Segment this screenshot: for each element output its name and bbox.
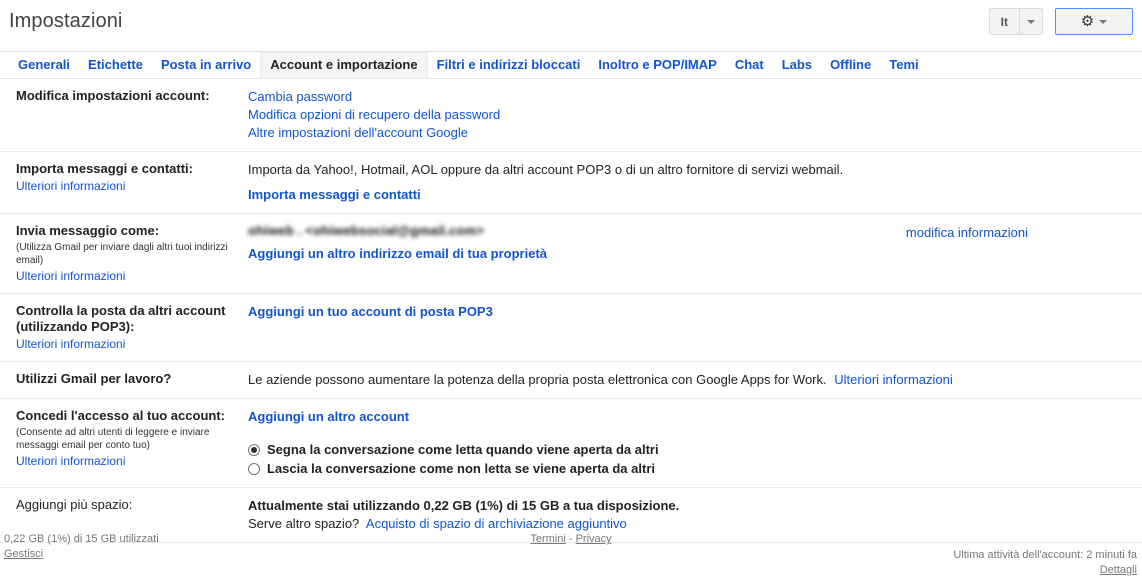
page-footer: 0,22 GB (1%) di 15 GB utilizzati Gestisc… [0, 526, 1142, 578]
row-label-cell: Invia messaggio come: (Utilizza Gmail pe… [0, 223, 248, 284]
link-ulteriori-informazioni[interactable]: Ulteriori informazioni [834, 372, 952, 387]
section-label: Utilizzi Gmail per lavoro? [16, 371, 172, 386]
language-label: It [1000, 14, 1008, 29]
link-ulteriori-informazioni[interactable]: Ulteriori informazioni [16, 178, 248, 194]
section-note: (Utilizza Gmail per inviare dagli altri … [16, 242, 228, 266]
section-label: Aggiungi più spazio: [16, 497, 133, 512]
link-modifica-opzioni-recupero-password[interactable]: Modifica opzioni di recupero della passw… [248, 106, 1128, 124]
row-label-cell: Importa messaggi e contatti: Ulteriori i… [0, 161, 248, 194]
row-label-cell: Controlla la posta da altri account (uti… [0, 303, 248, 352]
chevron-down-icon [1027, 19, 1035, 24]
radio-label: Segna la conversazione come letta quando… [267, 442, 659, 457]
row-importa-messaggi-contatti: Importa messaggi e contatti: Ulteriori i… [0, 152, 1142, 214]
radio-button-icon[interactable] [248, 462, 260, 475]
gear-icon: ⚙ [1080, 13, 1095, 30]
row-value-cell: Importa da Yahoo!, Hotmail, AOL oppure d… [248, 161, 1142, 204]
section-label: Controlla la posta da altri account (uti… [16, 303, 226, 334]
footer-activity-block: Ultima attività dell'account: 2 minuti f… [953, 548, 1137, 578]
row-value-cell: Aggiungi un tuo account di posta POP3 [248, 303, 1142, 321]
link-ulteriori-informazioni[interactable]: Ulteriori informazioni [16, 268, 248, 284]
language-selector[interactable]: It [988, 8, 1043, 35]
page-title: Impostazioni [9, 10, 123, 32]
radio-option-lascia-non-letta[interactable]: Lascia la conversazione come non letta s… [248, 459, 1128, 478]
import-description: Importa da Yahoo!, Hotmail, AOL oppure d… [248, 162, 844, 177]
link-cambia-password[interactable]: Cambia password [248, 88, 1128, 106]
footer-legal-links: Termini - Privacy [0, 532, 1142, 547]
row-controlla-posta-pop3: Controlla la posta da altri account (uti… [0, 294, 1142, 362]
link-aggiungi-altro-account[interactable]: Aggiungi un altro account [248, 409, 409, 424]
link-termini[interactable]: Termini [530, 533, 565, 545]
work-description: Le aziende possono aumentare la potenza … [248, 372, 827, 387]
chevron-down-icon [1099, 19, 1108, 24]
link-ulteriori-informazioni[interactable]: Ulteriori informazioni [16, 453, 248, 469]
row-label-cell: Aggiungi più spazio: [0, 497, 248, 513]
footer-separator: - [568, 533, 573, 545]
link-modifica-informazioni[interactable]: modifica informazioni [906, 224, 1028, 242]
row-concedi-accesso-account: Concedi l'accesso al tuo account: (Conse… [0, 399, 1142, 488]
settings-list: Modifica impostazioni account: Cambia pa… [0, 79, 1142, 543]
link-altre-impostazioni-account-google[interactable]: Altre impostazioni dell'account Google [248, 124, 1128, 142]
link-aggiungi-altro-indirizzo-email[interactable]: Aggiungi un altro indirizzo email di tua… [248, 246, 547, 261]
radio-option-segna-come-letta[interactable]: Segna la conversazione come letta quando… [248, 440, 1128, 459]
tab-labs[interactable]: Labs [773, 57, 821, 78]
section-label: Invia messaggio come: [16, 223, 160, 238]
header-controls: It ⚙ [988, 8, 1133, 35]
section-note: (Consente ad altri utenti di leggere e i… [16, 427, 210, 451]
section-label: Modifica impostazioni account: [16, 88, 210, 103]
row-gmail-per-lavoro: Utilizzi Gmail per lavoro? Le aziende po… [0, 362, 1142, 399]
row-value-cell: Aggiungi un altro account Segna la conve… [248, 408, 1142, 478]
row-modifica-impostazioni-account: Modifica impostazioni account: Cambia pa… [0, 79, 1142, 152]
radio-button-icon[interactable] [248, 443, 260, 456]
radio-label: Lascia la conversazione come non letta s… [267, 461, 655, 476]
row-label-cell: Utilizzi Gmail per lavoro? [0, 371, 248, 387]
row-value-cell: ohiweb . <ohiwebsocial@gmail.com> modifi… [248, 223, 1142, 263]
settings-tabbar: Generali Etichette Posta in arrivo Accou… [0, 52, 1142, 79]
tab-posta-in-arrivo[interactable]: Posta in arrivo [152, 57, 260, 78]
section-label: Concedi l'accesso al tuo account: [16, 408, 225, 423]
tab-temi[interactable]: Temi [880, 57, 927, 78]
row-value-cell: Le aziende possono aumentare la potenza … [248, 371, 1142, 389]
link-privacy[interactable]: Privacy [576, 533, 612, 545]
link-ulteriori-informazioni[interactable]: Ulteriori informazioni [16, 336, 248, 352]
page-header: Impostazioni It ⚙ [0, 0, 1142, 52]
tab-chat[interactable]: Chat [726, 57, 773, 78]
storage-usage-text: Attualmente stai utilizzando 0,22 GB (1%… [248, 498, 680, 513]
tab-filtri-indirizzi-bloccati[interactable]: Filtri e indirizzi bloccati [428, 57, 590, 78]
section-label: Importa messaggi e contatti: [16, 161, 193, 176]
tab-generali[interactable]: Generali [9, 57, 79, 78]
tab-etichette[interactable]: Etichette [79, 57, 152, 78]
tab-account-e-importazione[interactable]: Account e importazione [260, 52, 428, 78]
row-label-cell: Modifica impostazioni account: [0, 88, 248, 104]
sender-email-address: ohiweb . <ohiwebsocial@gmail.com> [248, 223, 484, 238]
row-invia-messaggio-come: Invia messaggio come: (Utilizza Gmail pe… [0, 214, 1142, 294]
link-gestisci[interactable]: Gestisci [4, 548, 43, 560]
footer-last-activity-text: Ultima attività dell'account: 2 minuti f… [953, 549, 1137, 561]
language-dropdown-toggle[interactable] [1019, 9, 1042, 34]
tab-inoltro-pop-imap[interactable]: Inoltro e POP/IMAP [589, 57, 725, 78]
link-aggiungi-account-posta-pop3[interactable]: Aggiungi un tuo account di posta POP3 [248, 304, 493, 319]
link-dettagli[interactable]: Dettagli [1100, 564, 1137, 576]
link-importa-messaggi-contatti[interactable]: Importa messaggi e contatti [248, 187, 421, 202]
tab-offline[interactable]: Offline [821, 57, 880, 78]
row-label-cell: Concedi l'accesso al tuo account: (Conse… [0, 408, 248, 469]
settings-gear-button[interactable]: ⚙ [1055, 8, 1133, 35]
row-value-cell: Cambia password Modifica opzioni di recu… [248, 88, 1142, 142]
